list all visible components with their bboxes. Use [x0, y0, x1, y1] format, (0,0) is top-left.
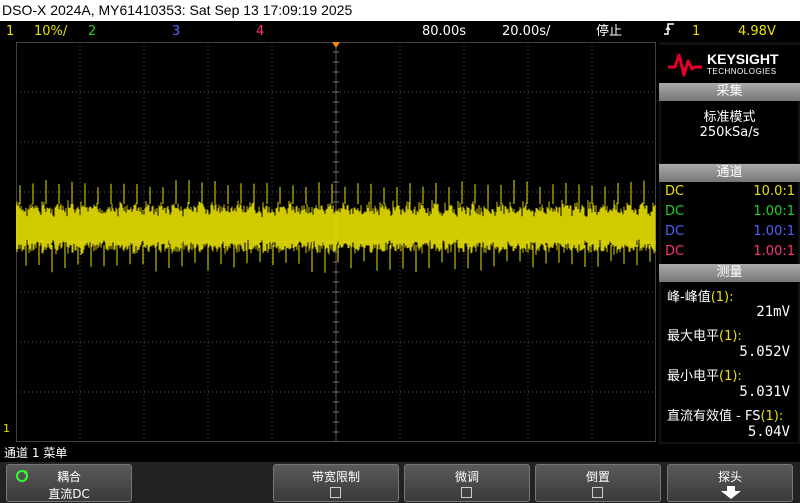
bandwidth-limit-checkbox[interactable] [330, 487, 341, 498]
channel-row: DC 1.00:1 [665, 204, 795, 219]
sample-rate: 250kSa/s [699, 125, 760, 140]
measurements-body: 峰-峰值(1): 21mV 最大电平(1): 5.052V 最小电平(1): 5… [661, 282, 798, 442]
trigger-position-marker[interactable] [332, 42, 340, 48]
menu-title: 通道 1 菜单 [0, 444, 800, 462]
channels-header[interactable]: 通道 [659, 164, 800, 182]
trigger-edge-icon [663, 21, 675, 44]
measurement-value: 5.052V [739, 344, 790, 360]
channel-row: DC 1.00:1 [665, 224, 795, 239]
measurement-value: 5.04V [747, 424, 790, 440]
invert-softkey[interactable]: 倒置 [535, 464, 661, 502]
fine-softkey[interactable]: 微调 [404, 464, 530, 502]
window-title: DSO-X 2024A, MY61410353: Sat Sep 13 17:0… [0, 0, 800, 21]
measurement-label: 最大电平(1): [667, 329, 742, 344]
invert-checkbox[interactable] [592, 487, 603, 498]
keysight-logo: KEYSIGHT TECHNOLOGIES [659, 45, 800, 83]
channel-row: DC 10.0:1 [665, 184, 795, 199]
acquisition-body: 标准模式 250kSa/s [661, 101, 798, 163]
delay-readout[interactable]: 80.00s [422, 21, 466, 42]
measurement-value: 5.031V [739, 384, 790, 400]
measurement-value: 21mV [756, 304, 790, 320]
softkey-bar: 耦合 直流DC 带宽限制 微调 倒置 探头 [0, 462, 800, 503]
ch1-scale[interactable]: 10%/ [34, 21, 67, 42]
right-panel: KEYSIGHT TECHNOLOGIES 采集 标准模式 250kSa/s 通… [659, 42, 800, 444]
measurement-label: 直流有效值 - FS(1): [667, 409, 784, 424]
probe-softkey[interactable]: 探头 [667, 464, 793, 502]
fine-checkbox[interactable] [461, 487, 472, 498]
bandwidth-limit-softkey[interactable]: 带宽限制 [273, 464, 399, 502]
coupling-value: 直流DC [48, 487, 90, 501]
ch2-label[interactable]: 2 [88, 21, 96, 42]
logo-brand: KEYSIGHT [707, 51, 779, 67]
measurement-label: 峰-峰值(1): [667, 290, 734, 305]
ch3-label[interactable]: 3 [172, 21, 180, 42]
ch1-ground-marker[interactable]: 1 [3, 422, 10, 435]
channels-body: DC 10.0:1 DC 1.00:1 DC 1.00:1 DC 1.00:1 [661, 182, 798, 264]
status-bar: 1 10%/ 2 3 4 80.00s 20.00s/ 停止 1 4.98V [0, 21, 800, 42]
timebase-readout[interactable]: 20.00s/ [502, 21, 550, 42]
waveform-display[interactable] [15, 41, 657, 443]
run-state: 停止 [596, 24, 623, 39]
ch4-label[interactable]: 4 [256, 21, 264, 42]
trigger-level[interactable]: 4.98V [738, 21, 776, 42]
coupling-softkey[interactable]: 耦合 直流DC [6, 464, 132, 502]
ch1-label[interactable]: 1 [6, 21, 14, 42]
keysight-wave-icon [668, 53, 702, 77]
measurements-header[interactable]: 测量 [659, 264, 800, 282]
measurement-label: 最小电平(1): [667, 369, 742, 384]
coupling-title: 耦合 [56, 470, 81, 484]
channel-row: DC 1.00:1 [665, 244, 795, 259]
logo-subtitle: TECHNOLOGIES [707, 67, 777, 76]
arrow-down-icon [720, 486, 742, 503]
graticule [15, 41, 657, 443]
acquisition-header[interactable]: 采集 [659, 83, 800, 101]
acquisition-mode: 标准模式 [703, 110, 756, 125]
trigger-channel: 1 [692, 24, 701, 39]
